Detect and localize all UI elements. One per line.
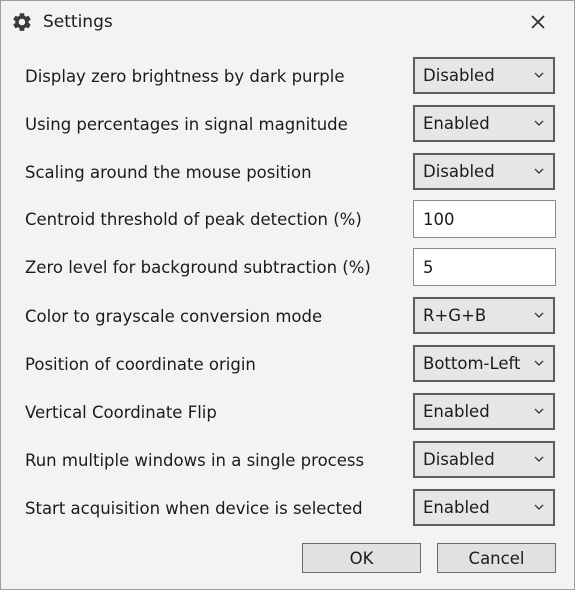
setting-row-vertical-flip: Vertical Coordinate Flip Enabled (1, 393, 574, 433)
ok-button[interactable]: OK (302, 543, 421, 573)
zero-brightness-select[interactable]: Disabled (413, 57, 555, 94)
settings-dialog: Settings Display zero brightness by dark… (0, 0, 575, 590)
setting-label: Vertical Coordinate Flip (25, 403, 217, 422)
setting-label: Position of coordinate origin (25, 355, 256, 374)
mouse-scaling-select[interactable]: Disabled (413, 153, 555, 190)
start-acquisition-select[interactable]: Enabled (413, 489, 555, 526)
chevron-down-icon (534, 120, 544, 126)
select-value: Disabled (423, 450, 495, 469)
select-value: Disabled (423, 66, 495, 85)
setting-label: Start acquisition when device is selecte… (25, 499, 363, 518)
cancel-button[interactable]: Cancel (437, 543, 556, 573)
setting-row-zero-brightness: Display zero brightness by dark purple D… (1, 57, 574, 97)
setting-row-centroid-threshold: Centroid threshold of peak detection (%) (1, 200, 574, 240)
coordinate-origin-select[interactable]: Bottom-Left (413, 345, 555, 382)
zero-level-input[interactable] (413, 248, 556, 286)
setting-label: Display zero brightness by dark purple (25, 67, 345, 86)
multiple-windows-select[interactable]: Disabled (413, 441, 555, 478)
setting-label: Zero level for background subtraction (%… (25, 258, 371, 277)
percentages-select[interactable]: Enabled (413, 105, 555, 142)
chevron-down-icon (534, 456, 544, 462)
chevron-down-icon (534, 312, 544, 318)
select-value: Enabled (423, 402, 490, 421)
chevron-down-icon (534, 168, 544, 174)
title-bar[interactable]: Settings (1, 1, 574, 43)
close-button[interactable] (523, 9, 553, 35)
gear-icon (11, 11, 33, 33)
vertical-flip-select[interactable]: Enabled (413, 393, 555, 430)
centroid-threshold-input[interactable] (413, 200, 556, 238)
chevron-down-icon (534, 72, 544, 78)
close-icon (531, 15, 545, 29)
select-value: Enabled (423, 498, 490, 517)
setting-row-grayscale-mode: Color to grayscale conversion mode R+G+B (1, 297, 574, 337)
setting-row-percentages: Using percentages in signal magnitude En… (1, 105, 574, 145)
setting-label: Scaling around the mouse position (25, 163, 312, 182)
setting-row-start-acquisition: Start acquisition when device is selecte… (1, 489, 574, 529)
setting-label: Run multiple windows in a single process (25, 451, 365, 470)
select-value: Enabled (423, 114, 490, 133)
setting-row-multiple-windows: Run multiple windows in a single process… (1, 441, 574, 481)
grayscale-mode-select[interactable]: R+G+B (413, 297, 555, 334)
chevron-down-icon (534, 504, 544, 510)
select-value: Disabled (423, 162, 495, 181)
window-title: Settings (43, 12, 113, 32)
setting-row-zero-level: Zero level for background subtraction (%… (1, 248, 574, 288)
settings-panel: Display zero brightness by dark purple D… (1, 43, 574, 589)
setting-label: Centroid threshold of peak detection (%) (25, 210, 362, 229)
setting-label: Using percentages in signal magnitude (25, 115, 348, 134)
chevron-down-icon (534, 360, 544, 366)
select-value: Bottom-Left (423, 354, 521, 373)
select-value: R+G+B (423, 306, 487, 325)
setting-label: Color to grayscale conversion mode (25, 307, 323, 326)
setting-row-mouse-scaling: Scaling around the mouse position Disabl… (1, 153, 574, 193)
chevron-down-icon (534, 408, 544, 414)
setting-row-coordinate-origin: Position of coordinate origin Bottom-Lef… (1, 345, 574, 385)
